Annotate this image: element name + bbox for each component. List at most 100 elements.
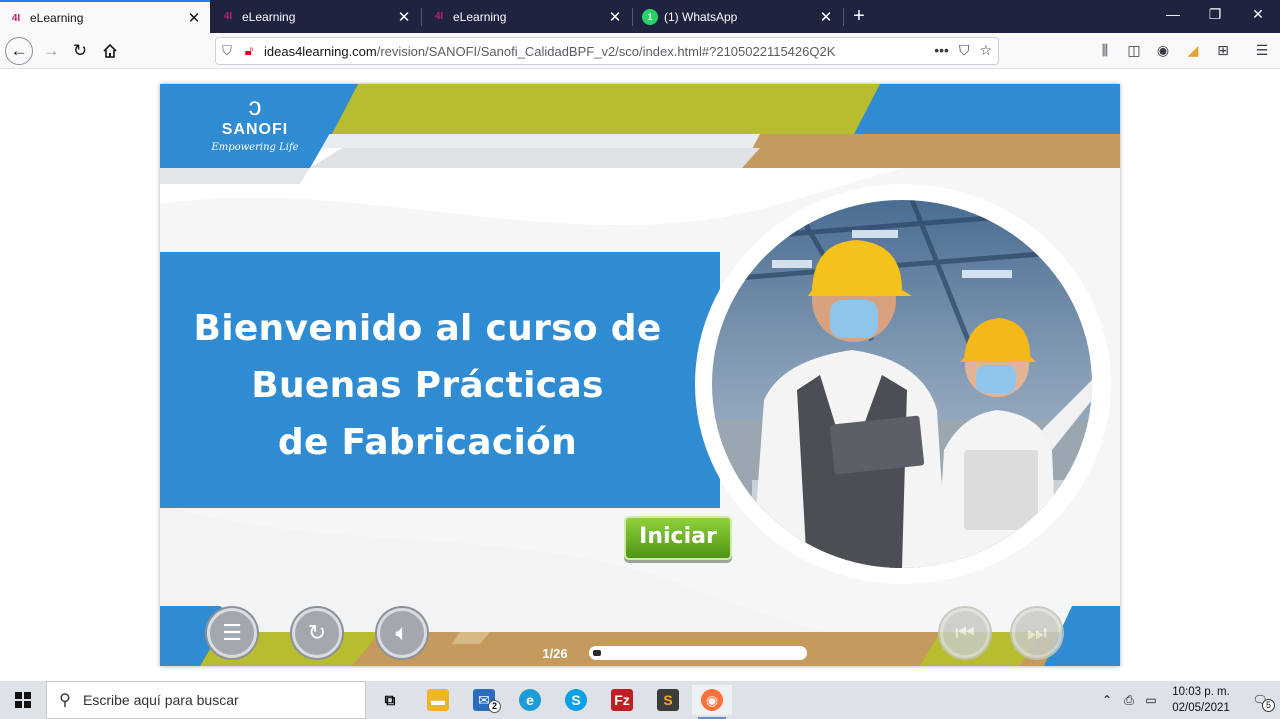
logo-name: SANOFI: [221, 121, 289, 138]
elearning-favicon-icon: 4I: [11, 12, 21, 24]
next-slide-button[interactable]: ⏭: [1012, 608, 1062, 658]
tab-title: eLearning: [30, 11, 84, 25]
tab-separator: [632, 8, 633, 26]
firefox-icon: ◉: [701, 689, 723, 711]
speaker-icon: 🔈︎: [395, 620, 409, 645]
system-tray: ⌃ ⎙ ▭ 10:03 p. m. 02/05/2021 🗨︎ 5: [1096, 681, 1280, 719]
page-indicator: 1/26: [542, 646, 568, 661]
library-icon[interactable]: ⫼: [1095, 42, 1115, 59]
insecure-connection-icon[interactable]: 🔓︎: [238, 43, 260, 59]
filezilla-button[interactable]: Fz: [602, 685, 642, 715]
course-slide: ↄ SANOFI Empowering Life Bienvenido al c…: [160, 84, 1120, 666]
replay-button[interactable]: ↻: [292, 608, 342, 658]
folder-icon: ▬: [427, 689, 449, 711]
browser-tab-bar: 4I eLearning ✕ 4I eLearning ✕ 4I eLearni…: [0, 0, 1280, 34]
course-title-line-3: de Fabricación: [277, 422, 578, 463]
tracking-protection-shield-icon[interactable]: ⛉: [216, 43, 238, 59]
back-button[interactable]: ←: [5, 37, 33, 65]
sanofi-swirl-icon: ↄ: [248, 91, 262, 121]
url-path: /revision/SANOFI/Sanofi_CalidadBPF_v2/sc…: [376, 43, 836, 59]
taskbar-search-box[interactable]: ⚲ Escribe aquí para buscar: [46, 681, 366, 719]
sidebar-icon[interactable]: ◫: [1124, 42, 1144, 59]
progress-bar: [589, 646, 807, 660]
clock-date: 02/05/2021: [1172, 702, 1230, 714]
close-tab-icon[interactable]: ✕: [818, 8, 834, 26]
tab-elearning-3[interactable]: 4I eLearning ✕: [423, 0, 631, 33]
windows-start-button[interactable]: [0, 681, 46, 719]
skype-icon: S: [565, 689, 587, 711]
tab-whatsapp[interactable]: 1 (1) WhatsApp ✕: [634, 0, 842, 33]
close-tab-icon[interactable]: ✕: [396, 8, 412, 26]
previous-slide-button[interactable]: ⏮: [940, 608, 990, 658]
mail-badge: 2: [488, 700, 501, 713]
tab-title: eLearning: [453, 9, 507, 24]
tab-title: eLearning: [242, 9, 296, 24]
elearning-favicon-icon: 4I: [223, 11, 233, 22]
tab-separator: [843, 8, 844, 26]
close-window-icon[interactable]: ✕: [1248, 6, 1268, 23]
course-title-line-2: Buenas Prácticas: [251, 365, 604, 406]
factory-workers-photo: [712, 200, 1092, 568]
address-bar[interactable]: ⛉ 🔓︎ ideas4learning.com/revision/SANOFI/…: [215, 37, 999, 65]
progress-fill: [593, 650, 602, 656]
clock[interactable]: 10:03 p. m. 02/05/2021: [1168, 684, 1234, 716]
page-actions-icon[interactable]: •••: [934, 42, 949, 59]
replay-icon: ↻: [307, 620, 327, 645]
arrow-left-icon: ←: [10, 41, 28, 60]
arrow-right-icon: →: [42, 41, 60, 60]
reload-icon: ↻: [72, 41, 88, 60]
skip-next-icon: ⏭: [1027, 620, 1047, 645]
network-icon[interactable]: ▭: [1140, 693, 1162, 707]
logo-tagline: Empowering Life: [211, 142, 299, 153]
sublime-text-icon: S: [657, 689, 679, 711]
tab-title: (1) WhatsApp: [664, 9, 738, 24]
list-menu-icon: ☰: [222, 620, 242, 645]
workers-illustration: [712, 200, 1092, 568]
search-placeholder: Escribe aquí para buscar: [83, 692, 239, 708]
restore-window-icon[interactable]: ❐: [1205, 6, 1225, 23]
show-hidden-icons-chevron-icon[interactable]: ⌃: [1096, 693, 1118, 707]
edge-button[interactable]: e: [510, 685, 550, 715]
clock-time: 10:03 p. m.: [1172, 686, 1230, 698]
start-button[interactable]: Iniciar: [624, 516, 732, 560]
pocket-icon[interactable]: ⛉: [959, 42, 970, 59]
notifications-button[interactable]: 🗨︎ 5: [1240, 693, 1280, 712]
close-tab-icon[interactable]: ✕: [186, 9, 202, 27]
menu-button[interactable]: ☰: [207, 608, 257, 658]
sublime-text-button[interactable]: S: [648, 685, 688, 715]
minimize-window-icon[interactable]: —: [1163, 6, 1183, 22]
search-icon: ⚲: [59, 692, 71, 709]
whatsapp-icon: 1: [642, 8, 658, 25]
file-explorer-button[interactable]: ▬: [418, 685, 458, 715]
task-view-button[interactable]: ⧉: [370, 685, 410, 715]
forward-button[interactable]: →: [38, 38, 64, 64]
account-icon[interactable]: ◉: [1153, 42, 1173, 59]
firefox-button[interactable]: ◉: [692, 685, 732, 719]
tab-separator: [421, 8, 422, 26]
windows-logo-icon: [15, 692, 31, 708]
extension-icon[interactable]: ◢: [1183, 42, 1203, 59]
reload-button[interactable]: ↻: [67, 38, 93, 64]
extension-grid-icon[interactable]: ⊞: [1213, 42, 1233, 59]
skype-button[interactable]: S: [556, 685, 596, 715]
new-tab-button[interactable]: +: [848, 5, 870, 28]
home-icon: [103, 43, 117, 58]
mail-button[interactable]: ✉ 2: [464, 685, 504, 715]
sanofi-logo: ↄ SANOFI Empowering Life: [200, 92, 310, 153]
windows-taskbar: ⚲ Escribe aquí para buscar ⧉ ▬ ✉ 2 e S F…: [0, 681, 1280, 719]
menu-hamburger-icon[interactable]: ☰: [1252, 42, 1272, 59]
task-view-icon: ⧉: [384, 691, 396, 709]
browser-nav-bar: ← → ↻ ⛉ 🔓︎ ideas4learning.com/revision/S…: [0, 33, 1280, 69]
bookmark-star-icon[interactable]: ☆: [979, 42, 992, 59]
url-domain: ideas4learning.com: [264, 43, 377, 59]
audio-button[interactable]: 🔈︎: [377, 608, 427, 658]
home-button[interactable]: [97, 38, 123, 64]
skip-previous-icon: ⏮: [955, 620, 975, 645]
tab-elearning-2[interactable]: 4I eLearning ✕: [212, 0, 420, 33]
filezilla-icon: Fz: [611, 689, 633, 711]
notification-count: 5: [1262, 699, 1275, 712]
tab-elearning-1[interactable]: 4I eLearning ✕: [0, 0, 210, 34]
close-tab-icon[interactable]: ✕: [607, 8, 623, 26]
meet-now-icon[interactable]: ⎙: [1118, 693, 1140, 708]
edge-icon: e: [519, 689, 541, 711]
